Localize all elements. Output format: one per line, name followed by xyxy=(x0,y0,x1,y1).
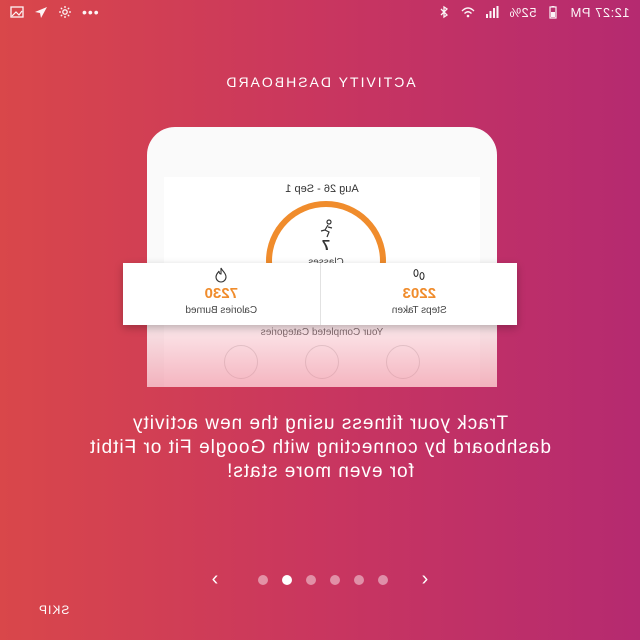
category-icon xyxy=(305,345,339,379)
calories-value: 7230 xyxy=(204,285,238,302)
battery-icon xyxy=(546,5,560,19)
signal-icon xyxy=(485,5,499,19)
page-dot-active[interactable] xyxy=(282,575,292,585)
wifi-icon xyxy=(461,5,475,19)
page-title: ACTIVITY DASHBOARD xyxy=(224,74,416,90)
page-dot[interactable] xyxy=(258,575,268,585)
battery-percent: 52% xyxy=(508,4,537,20)
footsteps-icon xyxy=(413,268,425,281)
category-icon xyxy=(224,345,258,379)
skip-button[interactable]: SKIP xyxy=(38,603,69,617)
steps-stat: 2203 Steps Taken xyxy=(319,263,518,325)
next-button[interactable]: › xyxy=(415,569,435,590)
bluetooth-icon xyxy=(437,5,451,19)
overflow-dots-icon: ••• xyxy=(82,4,100,20)
page-dot[interactable] xyxy=(306,575,316,585)
image-icon xyxy=(10,5,24,19)
steps-label: Steps Taken xyxy=(391,305,447,316)
steps-value: 2203 xyxy=(402,285,436,302)
categories-label: Your Completed Categories xyxy=(260,327,384,338)
category-icon xyxy=(386,345,420,379)
page-dot[interactable] xyxy=(378,575,388,585)
status-time: 12:27 PM xyxy=(570,4,630,20)
page-dot[interactable] xyxy=(354,575,364,585)
running-figure-icon xyxy=(320,219,333,238)
page-indicator xyxy=(258,575,388,585)
onboarding-screen: ••• 52% 12:27 PM ACTIVITY DASHBOARD Aug … xyxy=(0,0,640,640)
stats-card: 7230 Calories Burned 2203 Steps Taken xyxy=(123,263,517,325)
send-icon xyxy=(34,5,48,19)
calories-label: Calories Burned xyxy=(185,305,258,316)
category-icons xyxy=(224,345,420,379)
phone-mockup: Aug 26 - Sep 1 7 Classes Your Completed … xyxy=(147,127,497,387)
previous-button[interactable]: ‹ xyxy=(205,569,225,590)
classes-count: 7 xyxy=(321,237,331,254)
pager: ‹ › xyxy=(0,569,640,590)
date-range: Aug 26 - Sep 1 xyxy=(285,183,359,195)
calories-stat: 7230 Calories Burned xyxy=(123,263,320,325)
page-dot[interactable] xyxy=(330,575,340,585)
status-bar: ••• 52% 12:27 PM xyxy=(0,0,640,24)
onboarding-description: Track your fitness using the new activit… xyxy=(89,413,551,482)
settings-icon xyxy=(58,5,72,19)
flame-icon xyxy=(215,267,227,283)
